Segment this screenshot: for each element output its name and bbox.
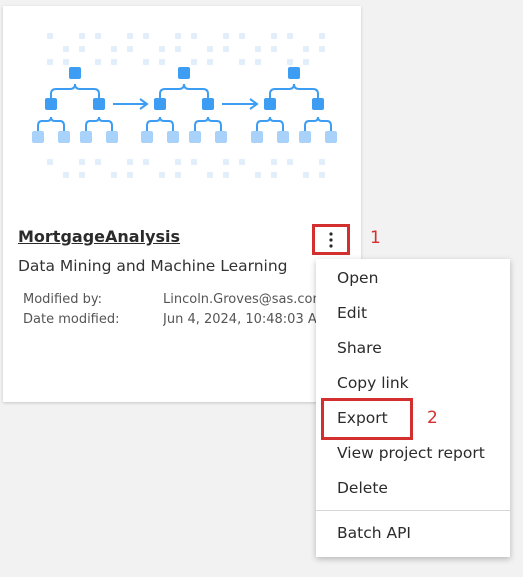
project-name-link[interactable]: MortgageAnalysis [18,227,180,246]
more-options-button[interactable] [312,224,350,255]
meta-values: Lincoln.Groves@sas.com Jun 4, 2024, 10:4… [163,290,323,330]
menu-item-share[interactable]: Share [337,339,382,357]
step-2-label: 2 [427,408,438,428]
menu-item-delete[interactable]: Delete [337,479,388,497]
menu-item-edit[interactable]: Edit [337,304,367,322]
vertical-ellipsis-icon [329,232,333,248]
pipeline-illustration [32,33,337,178]
menu-item-open[interactable]: Open [337,269,378,287]
menu-item-batch-api[interactable]: Batch API [337,524,411,542]
modified-by-value: Lincoln.Groves@sas.com [163,292,323,307]
modified-by-label: Modified by: [23,292,102,307]
context-menu: Open Edit Share Copy link Export View pr… [316,259,510,557]
project-card[interactable]: MortgageAnalysis Data Mining and Machine… [3,6,361,402]
menu-item-export[interactable]: Export [337,409,388,427]
date-modified-label: Date modified: [23,312,120,327]
menu-item-copy-link[interactable]: Copy link [337,374,409,392]
menu-item-view-project-report[interactable]: View project report [337,444,485,462]
menu-divider [316,510,510,511]
date-modified-value: Jun 4, 2024, 10:48:03 AM [163,312,323,327]
project-type: Data Mining and Machine Learning [18,257,288,275]
step-1-label: 1 [370,228,381,248]
